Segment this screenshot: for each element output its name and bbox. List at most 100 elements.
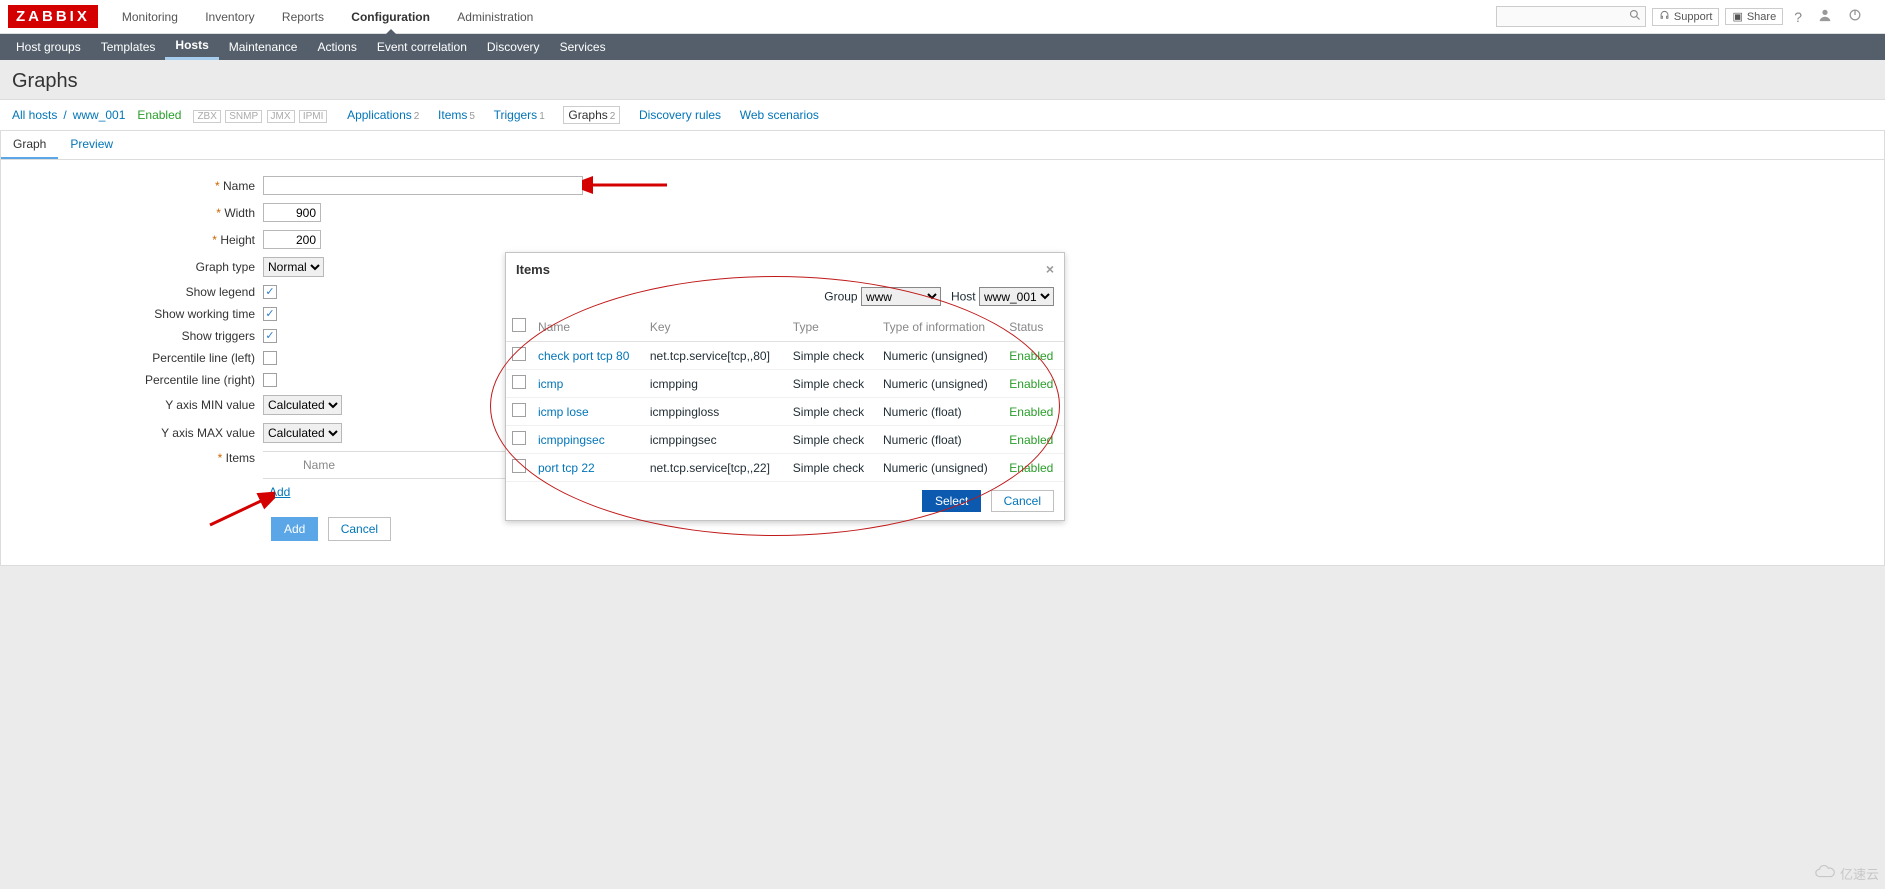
table-row[interactable]: port tcp 22net.tcp.service[tcp,,22]Simpl… bbox=[506, 454, 1064, 482]
select-ymin[interactable]: Calculated bbox=[263, 395, 342, 415]
headset-icon bbox=[1659, 10, 1670, 24]
item-name[interactable]: check port tcp 80 bbox=[538, 349, 629, 363]
help-icon[interactable]: ? bbox=[1789, 9, 1807, 25]
filter-group-select[interactable]: www bbox=[861, 287, 941, 306]
link-discovery-rules[interactable]: Discovery rules bbox=[639, 108, 721, 122]
input-height[interactable] bbox=[263, 230, 321, 249]
table-row[interactable]: icmp loseicmppinglossSimple checkNumeric… bbox=[506, 398, 1064, 426]
subnav-services[interactable]: Services bbox=[550, 34, 616, 60]
item-key: net.tcp.service[tcp,,80] bbox=[644, 342, 787, 370]
nav-inventory[interactable]: Inventory bbox=[193, 0, 266, 34]
link-items[interactable]: Items5 bbox=[438, 108, 475, 122]
col-key: Key bbox=[644, 312, 787, 342]
link-graphs[interactable]: Graphs2 bbox=[563, 106, 620, 124]
item-name[interactable]: icmp bbox=[538, 377, 563, 391]
items-col-name: Name bbox=[303, 458, 335, 472]
item-status: Enabled bbox=[1003, 454, 1064, 482]
page-title: Graphs bbox=[0, 60, 1885, 99]
label-items: Items bbox=[13, 451, 263, 465]
link-triggers[interactable]: Triggers1 bbox=[494, 108, 545, 122]
share-label: Share bbox=[1747, 11, 1776, 23]
logo: ZABBIX bbox=[8, 5, 98, 28]
row-checkbox[interactable] bbox=[512, 347, 526, 361]
subnav-event-correlation[interactable]: Event correlation bbox=[367, 34, 477, 60]
table-row[interactable]: icmpicmppingSimple checkNumeric (unsigne… bbox=[506, 370, 1064, 398]
subnav-maintenance[interactable]: Maintenance bbox=[219, 34, 308, 60]
checkbox-showlegend[interactable] bbox=[263, 285, 277, 299]
modal-select-button[interactable]: Select bbox=[922, 490, 981, 512]
link-web-scenarios[interactable]: Web scenarios bbox=[740, 108, 819, 122]
row-checkbox[interactable] bbox=[512, 459, 526, 473]
checkbox-all[interactable] bbox=[512, 318, 526, 332]
row-checkbox[interactable] bbox=[512, 375, 526, 389]
item-name[interactable]: icmp lose bbox=[538, 405, 589, 419]
item-status: Enabled bbox=[1003, 398, 1064, 426]
table-row[interactable]: check port tcp 80 net.tcp.service[tcp,,80… bbox=[506, 342, 1064, 370]
crumb-all-hosts[interactable]: All hosts bbox=[12, 108, 57, 122]
select-ymax[interactable]: Calculated bbox=[263, 423, 342, 443]
item-type: Simple check bbox=[787, 454, 877, 482]
col-status: Status bbox=[1003, 312, 1064, 342]
nav-configuration[interactable]: Configuration bbox=[339, 0, 442, 34]
filter-host-select[interactable]: www_001 bbox=[979, 287, 1054, 306]
checkbox-pright[interactable] bbox=[263, 373, 277, 387]
checkbox-pleft[interactable] bbox=[263, 351, 277, 365]
input-width[interactable] bbox=[263, 203, 321, 222]
crumb-host[interactable]: www_001 bbox=[73, 108, 126, 122]
modal-close-icon[interactable]: × bbox=[1046, 261, 1054, 277]
share-link[interactable]: ▣ Share bbox=[1725, 8, 1783, 25]
item-info: Numeric (unsigned) bbox=[877, 370, 1003, 398]
label-showworking: Show working time bbox=[13, 307, 263, 321]
cancel-button[interactable]: Cancel bbox=[328, 517, 391, 541]
item-info: Numeric (unsigned) bbox=[877, 342, 1003, 370]
link-applications[interactable]: Applications2 bbox=[347, 108, 419, 122]
user-icon[interactable] bbox=[1813, 8, 1837, 25]
item-status: Enabled bbox=[1003, 370, 1064, 398]
subnav-actions[interactable]: Actions bbox=[307, 34, 366, 60]
cloud-icon bbox=[1814, 865, 1836, 882]
crumb-sep: / bbox=[63, 108, 66, 122]
subnav-templates[interactable]: Templates bbox=[91, 34, 166, 60]
item-info: Numeric (float) bbox=[877, 398, 1003, 426]
support-link[interactable]: Support bbox=[1652, 8, 1720, 26]
add-item-link[interactable]: Add bbox=[263, 479, 290, 499]
label-pright: Percentile line (right) bbox=[13, 373, 263, 387]
item-name[interactable]: port tcp 22 bbox=[538, 461, 595, 475]
filter-group-label: Group bbox=[824, 290, 857, 304]
subnav-host-groups[interactable]: Host groups bbox=[6, 34, 91, 60]
row-checkbox[interactable] bbox=[512, 431, 526, 445]
items-table: Name Key Type Type of information Status… bbox=[506, 312, 1064, 482]
tag-ipmi: IPMI bbox=[299, 110, 328, 123]
table-row[interactable]: icmppingsecicmppingsecSimple checkNumeri… bbox=[506, 426, 1064, 454]
context-bar: All hosts / www_001 Enabled ZBX SNMP JMX… bbox=[0, 99, 1885, 131]
label-graphtype: Graph type bbox=[13, 260, 263, 274]
modal-title: Items bbox=[516, 262, 550, 277]
modal-cancel-button[interactable]: Cancel bbox=[991, 490, 1054, 512]
nav-reports[interactable]: Reports bbox=[270, 0, 336, 34]
share-icon: ▣ bbox=[1732, 10, 1742, 23]
top-right: Support ▣ Share ? bbox=[1496, 6, 1877, 27]
search-icon bbox=[1629, 9, 1641, 24]
iface-tags: ZBX SNMP JMX IPMI bbox=[193, 108, 328, 123]
tab-preview[interactable]: Preview bbox=[58, 131, 125, 159]
nav-administration[interactable]: Administration bbox=[445, 0, 545, 34]
checkbox-showtriggers[interactable] bbox=[263, 329, 277, 343]
checkbox-showworking[interactable] bbox=[263, 307, 277, 321]
search-input[interactable] bbox=[1496, 6, 1646, 27]
item-info: Numeric (float) bbox=[877, 426, 1003, 454]
select-graphtype[interactable]: Normal bbox=[263, 257, 324, 277]
item-type: Simple check bbox=[787, 370, 877, 398]
add-button[interactable]: Add bbox=[271, 517, 318, 541]
subnav-hosts[interactable]: Hosts bbox=[165, 34, 218, 60]
input-name[interactable] bbox=[263, 176, 583, 195]
nav-monitoring[interactable]: Monitoring bbox=[110, 0, 190, 34]
label-ymin: Y axis MIN value bbox=[13, 398, 263, 412]
item-info: Numeric (unsigned) bbox=[877, 454, 1003, 482]
support-label: Support bbox=[1674, 11, 1713, 23]
item-name[interactable]: icmppingsec bbox=[538, 433, 605, 447]
power-icon[interactable] bbox=[1843, 8, 1867, 25]
row-checkbox[interactable] bbox=[512, 403, 526, 417]
tab-graph[interactable]: Graph bbox=[1, 131, 58, 159]
col-name: Name bbox=[532, 312, 644, 342]
subnav-discovery[interactable]: Discovery bbox=[477, 34, 550, 60]
